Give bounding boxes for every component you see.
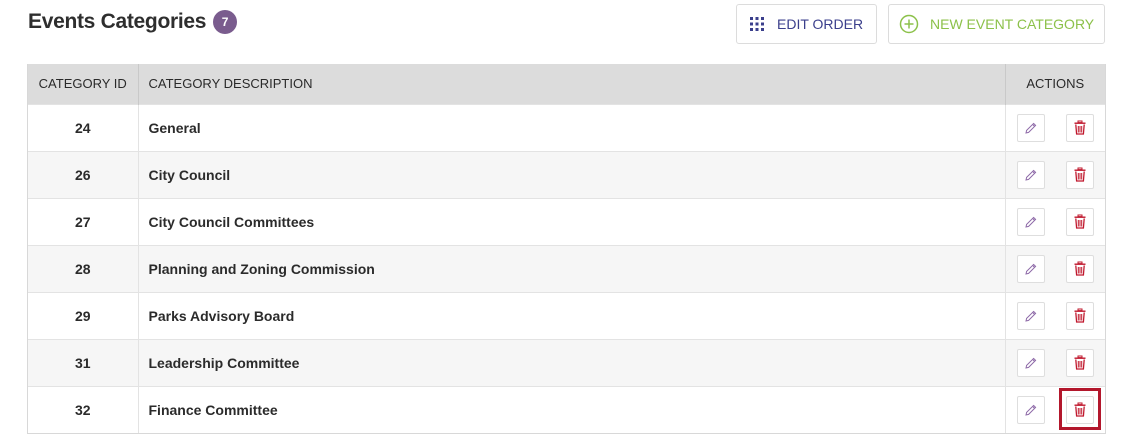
delete-category-button[interactable] [1066,113,1094,142]
plus-circle-icon [899,14,919,34]
edit-category-button[interactable] [1016,348,1045,377]
pencil-icon [1024,121,1038,135]
delete-category-button[interactable] [1066,160,1094,189]
delete-category-button[interactable] [1066,207,1094,236]
grid-dots-icon [749,16,765,32]
trash-icon [1073,355,1087,370]
trash-icon [1073,120,1087,135]
edit-category-button[interactable] [1016,113,1045,142]
category-id-cell: 29 [28,292,139,339]
edit-category-button[interactable] [1016,301,1045,330]
actions-cell [1005,339,1105,386]
table-row: 28 Planning and Zoning Commission [28,245,1105,292]
category-id-cell: 28 [28,245,139,292]
category-description-cell: Planning and Zoning Commission [138,245,1006,292]
category-count-badge: 7 [213,10,238,34]
pencil-icon [1024,403,1038,417]
trash-icon [1073,167,1087,182]
categories-table: CATEGORY ID CATEGORY DESCRIPTION ACTIONS… [27,64,1106,434]
edit-order-button[interactable]: EDIT ORDER [736,4,877,44]
edit-order-label: EDIT ORDER [777,16,864,32]
category-description-cell: Leadership Committee [138,339,1006,386]
column-header-actions: ACTIONS [1026,76,1085,92]
category-id-cell: 31 [28,339,139,386]
trash-icon [1073,402,1087,417]
new-event-category-button[interactable]: NEW EVENT CATEGORY [888,4,1105,44]
actions-cell [1005,198,1105,245]
category-id-cell: 24 [28,104,139,151]
trash-icon [1073,214,1087,229]
edit-category-button[interactable] [1016,395,1045,424]
table-row: 24 General [28,104,1105,151]
category-description-cell: Parks Advisory Board [138,292,1006,339]
trash-icon [1073,261,1087,276]
category-id-cell: 26 [28,151,139,198]
pencil-icon [1024,356,1038,370]
pencil-icon [1024,215,1038,229]
edit-category-button[interactable] [1016,207,1045,236]
delete-category-button[interactable] [1066,348,1094,377]
table-row: 32 Finance Committee [28,386,1105,433]
delete-category-button[interactable] [1066,254,1094,283]
pencil-icon [1024,262,1038,276]
category-description-cell: Finance Committee [138,386,1006,433]
page-header: Events Categories 7 [28,10,238,34]
table-row: 26 City Council [28,151,1105,198]
table-row: 27 City Council Committees [28,198,1105,245]
category-id-cell: 32 [28,386,139,433]
actions-cell [1005,104,1105,151]
table-row: 29 Parks Advisory Board [28,292,1105,339]
trash-icon [1073,308,1087,323]
actions-cell [1005,292,1105,339]
pencil-icon [1024,309,1038,323]
pencil-icon [1024,168,1038,182]
category-description-cell: City Council [138,151,1006,198]
category-id-cell: 27 [28,198,139,245]
table-header-row: CATEGORY ID CATEGORY DESCRIPTION ACTIONS [28,64,1105,104]
column-header-category-id: CATEGORY ID [28,64,139,104]
new-event-category-label: NEW EVENT CATEGORY [930,16,1095,32]
delete-category-button[interactable] [1066,301,1094,330]
column-header-category-description: CATEGORY DESCRIPTION [138,64,1006,104]
delete-category-button[interactable] [1066,395,1094,424]
actions-cell [1005,151,1105,198]
table-row: 31 Leadership Committee [28,339,1105,386]
page-title: Events Categories [28,10,207,33]
actions-cell [1005,245,1105,292]
edit-category-button[interactable] [1016,254,1045,283]
category-description-cell: General [138,104,1006,151]
category-description-cell: City Council Committees [138,198,1006,245]
edit-category-button[interactable] [1016,160,1045,189]
actions-cell [1005,386,1105,433]
